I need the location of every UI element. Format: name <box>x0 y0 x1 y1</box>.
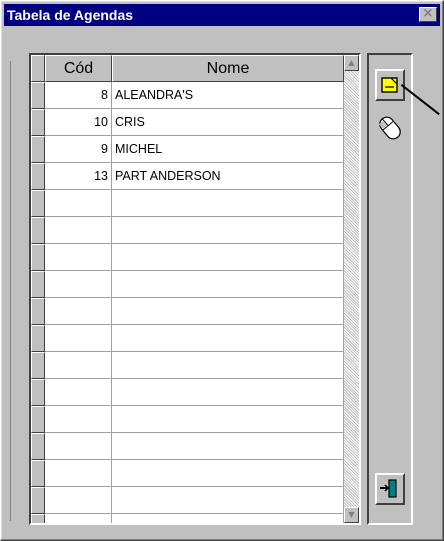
table-header: Cód Nome <box>31 55 344 82</box>
title-bar[interactable]: Tabela de Agendas × <box>4 4 440 26</box>
cell-cod[interactable]: 10 <box>45 109 112 136</box>
cell-nome[interactable] <box>112 190 344 217</box>
cell-cod[interactable]: 9 <box>45 136 112 163</box>
table-row[interactable] <box>31 460 344 487</box>
divider <box>10 61 11 521</box>
row-indicator[interactable] <box>31 352 45 379</box>
row-indicator[interactable] <box>31 82 45 109</box>
scroll-up-button[interactable]: ▲ <box>344 55 359 71</box>
close-button[interactable]: × <box>419 7 437 22</box>
cell-nome[interactable] <box>112 271 344 298</box>
cell-cod[interactable] <box>45 514 112 523</box>
cell-cod[interactable] <box>45 379 112 406</box>
cell-cod[interactable] <box>45 298 112 325</box>
row-indicator[interactable] <box>31 460 45 487</box>
vertical-scrollbar[interactable]: ▲ ▼ <box>344 55 359 523</box>
cell-nome[interactable]: MICHEL <box>112 136 344 163</box>
table-row[interactable] <box>31 298 344 325</box>
cell-nome[interactable]: ALEANDRA'S <box>112 82 344 109</box>
table-row[interactable] <box>31 271 344 298</box>
table-row[interactable] <box>31 433 344 460</box>
row-indicator[interactable] <box>31 433 45 460</box>
cell-nome[interactable]: PART ANDERSON <box>112 163 344 190</box>
column-header-nome[interactable]: Nome <box>112 55 344 82</box>
cell-cod[interactable] <box>45 217 112 244</box>
cell-cod[interactable] <box>45 352 112 379</box>
mouse-icon <box>378 116 401 140</box>
cell-nome[interactable] <box>112 244 344 271</box>
cell-cod[interactable] <box>45 271 112 298</box>
cell-nome[interactable] <box>112 352 344 379</box>
cell-cod[interactable] <box>45 433 112 460</box>
table-row[interactable] <box>31 352 344 379</box>
cell-nome[interactable]: CRIS <box>112 109 344 136</box>
cell-cod[interactable] <box>45 406 112 433</box>
table-row[interactable]: 10 CRIS <box>31 109 344 136</box>
close-icon: × <box>422 6 434 21</box>
cell-nome[interactable] <box>112 514 344 523</box>
table-row[interactable]: 9 MICHEL <box>31 136 344 163</box>
cell-nome[interactable] <box>112 217 344 244</box>
row-indicator[interactable] <box>31 514 45 523</box>
cell-cod[interactable] <box>45 325 112 352</box>
cell-cod[interactable] <box>45 190 112 217</box>
row-indicator[interactable] <box>31 325 45 352</box>
row-indicator[interactable] <box>31 487 45 514</box>
row-indicator[interactable] <box>31 244 45 271</box>
row-indicator[interactable] <box>31 217 45 244</box>
cell-cod[interactable]: 13 <box>45 163 112 190</box>
row-indicator[interactable] <box>31 190 45 217</box>
table-row[interactable] <box>31 514 344 523</box>
arrow-up-icon: ▲ <box>348 58 355 67</box>
cell-cod[interactable] <box>45 244 112 271</box>
row-indicator[interactable] <box>31 109 45 136</box>
table-row[interactable] <box>31 244 344 271</box>
agendas-table[interactable]: Cód Nome 8 ALEANDRA'S 10 CRIS 9 MICHEL 13 PART … <box>29 53 361 525</box>
row-indicator[interactable] <box>31 379 45 406</box>
scroll-down-button[interactable]: ▼ <box>344 507 359 523</box>
row-indicator[interactable] <box>31 298 45 325</box>
table-row[interactable]: 8 ALEANDRA'S <box>31 82 344 109</box>
column-header-cod[interactable]: Cód <box>45 55 112 82</box>
cell-nome[interactable] <box>112 460 344 487</box>
window-title: Tabela de Agendas <box>7 7 134 23</box>
table-row[interactable] <box>31 217 344 244</box>
row-indicator[interactable] <box>31 406 45 433</box>
table-row[interactable] <box>31 379 344 406</box>
exit-door-icon <box>380 479 397 498</box>
table-row[interactable]: 13 PART ANDERSON <box>31 163 344 190</box>
table-row[interactable] <box>31 325 344 352</box>
cell-nome[interactable] <box>112 298 344 325</box>
side-toolbar <box>367 53 413 525</box>
row-indicator[interactable] <box>31 136 45 163</box>
cell-cod[interactable]: 8 <box>45 82 112 109</box>
table-row[interactable] <box>31 406 344 433</box>
row-indicator[interactable] <box>31 163 45 190</box>
table-row[interactable] <box>31 190 344 217</box>
cell-nome[interactable] <box>112 487 344 514</box>
header-indicator <box>31 55 45 82</box>
cell-nome[interactable] <box>112 379 344 406</box>
cell-nome[interactable] <box>112 325 344 352</box>
cell-cod[interactable] <box>45 487 112 514</box>
cell-cod[interactable] <box>45 460 112 487</box>
row-indicator[interactable] <box>31 271 45 298</box>
agendas-window: Tabela de Agendas × Cód Nome 8 ALEANDRA'S… <box>0 0 444 541</box>
cell-nome[interactable] <box>112 406 344 433</box>
cell-nome[interactable] <box>112 433 344 460</box>
table-row[interactable] <box>31 487 344 514</box>
exit-button[interactable] <box>375 473 405 505</box>
arrow-down-icon: ▼ <box>348 510 355 519</box>
new-document-icon <box>381 77 398 93</box>
